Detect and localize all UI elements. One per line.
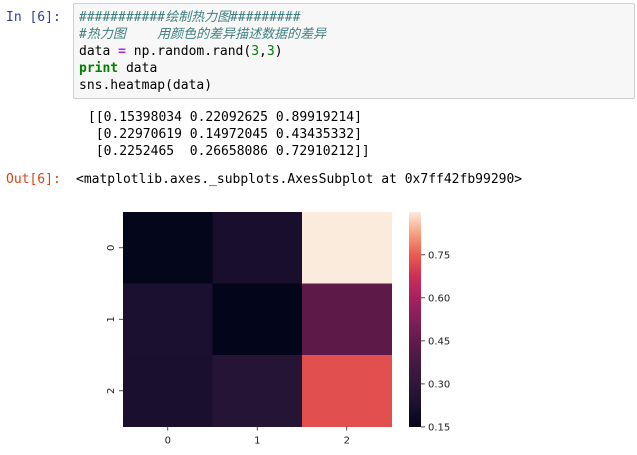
code-operator: = xyxy=(118,44,126,59)
code-line-3: data = np.random.rand(3,3) xyxy=(79,43,283,60)
code-cell[interactable]: ###########绘制热力图######### #热力图 用颜色的差异描述数… xyxy=(73,3,635,99)
heatmap-cell xyxy=(302,355,392,427)
heatmap-cell xyxy=(212,212,303,284)
heatmap-cell xyxy=(212,283,303,356)
heatmap-cell xyxy=(212,355,303,427)
code-comma: , xyxy=(259,44,267,59)
x-tick-label: 0 xyxy=(165,436,171,447)
code-number: 3 xyxy=(266,44,275,59)
x-tick-label: 2 xyxy=(344,436,350,447)
code-number: 3 xyxy=(251,44,260,59)
stdout-line: [0.2252465 0.26658086 0.72910212]] xyxy=(88,144,370,159)
y-tick-label: 0 xyxy=(106,245,117,251)
colorbar-tick-label: 0.60 xyxy=(428,293,450,304)
colorbar xyxy=(409,212,421,427)
code-arg: data xyxy=(125,61,158,76)
x-tick-label: 1 xyxy=(254,436,260,447)
code-call: np.random.rand( xyxy=(133,44,252,59)
heatmap-cell xyxy=(302,283,392,356)
colorbar-tick-label: 0.45 xyxy=(428,336,450,347)
heatmap-cell xyxy=(302,212,392,284)
stdout-line: [0.22970619 0.14972045 0.43435332] xyxy=(88,127,362,142)
heatmap-cell xyxy=(123,355,213,427)
code-line-5: sns.heatmap(data) xyxy=(79,78,213,93)
code-keyword: print xyxy=(79,61,119,76)
heatmap-chart: 0 1 2 0 1 2 0.15 0.30 0.45 0.60 0.75 xyxy=(106,212,450,447)
input-prompt: In [6]: xyxy=(6,10,61,25)
output-prompt: Out[6]: xyxy=(6,172,61,187)
heatmap-cell xyxy=(123,212,213,284)
code-line-4: print data xyxy=(79,60,157,77)
code-var: data xyxy=(79,44,111,59)
output-text: <matplotlib.axes._subplots.AxesSubplot a… xyxy=(76,172,523,187)
y-tick-label: 2 xyxy=(106,388,117,394)
code-close-paren: ) xyxy=(274,44,283,59)
colorbar-tick-label: 0.15 xyxy=(428,422,450,433)
code-comment-line-1: ###########绘制热力图######### xyxy=(79,10,301,25)
heatmap-cell xyxy=(123,283,213,356)
colorbar-tick-label: 0.75 xyxy=(428,250,450,261)
colorbar-tick-label: 0.30 xyxy=(428,379,450,390)
y-tick-label: 1 xyxy=(106,316,117,322)
stdout-line: [[0.15398034 0.22092625 0.89919214] xyxy=(88,110,362,125)
code-comment-line-2: #热力图 用颜色的差异描述数据的差异 xyxy=(79,27,327,42)
